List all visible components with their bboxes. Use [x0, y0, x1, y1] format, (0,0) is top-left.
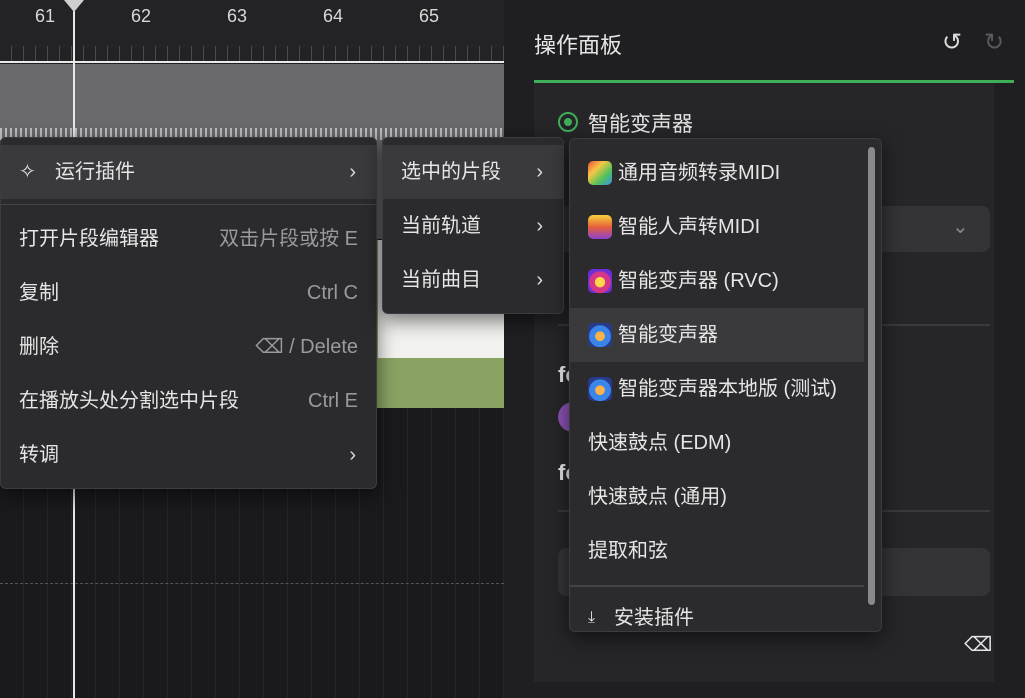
menu-item-local-voice-changer[interactable]: 智能变声器本地版 (测试)	[570, 362, 864, 416]
menu-item-audio-to-midi[interactable]: 通用音频转录MIDI	[570, 146, 864, 200]
ruler-baseline	[0, 61, 504, 63]
redo-icon[interactable]: ↻	[984, 28, 1004, 57]
menu-item-label: 打开片段编辑器	[19, 228, 159, 250]
scope-submenu: 选中的片段 › 当前轨道 › 当前曲目 ›	[382, 137, 564, 314]
playhead-handle[interactable]	[64, 0, 84, 12]
menu-item-label: 复制	[19, 282, 59, 304]
menu-item-copy[interactable]: 复制 Ctrl C	[1, 266, 376, 320]
eraser-icon[interactable]: ⌫	[964, 632, 992, 657]
menu-item-rvc-voice-changer[interactable]: 智能变声器 (RVC)	[570, 254, 864, 308]
menu-item-transpose[interactable]: 转调 ›	[1, 428, 376, 482]
menu-item-shortcut: Ctrl C	[306, 282, 358, 304]
chevron-right-icon: ›	[349, 444, 356, 466]
menu-item-delete[interactable]: 删除 ⌫ / Delete	[1, 320, 376, 374]
menu-item-shortcut: Ctrl E	[308, 390, 358, 412]
menu-item-run-plugin[interactable]: ✧ 运行插件 ›	[1, 145, 376, 199]
chevron-right-icon: ›	[349, 161, 356, 183]
menu-item-label: 通用音频转录MIDI	[618, 162, 781, 184]
selected-plugin-label: 智能变声器	[588, 113, 693, 136]
chevron-right-icon: ›	[536, 269, 543, 291]
menu-item-label: 智能人声转MIDI	[618, 216, 761, 238]
ruler-ticks-mask	[0, 32, 504, 46]
menu-item-split[interactable]: 在播放头处分割选中片段 Ctrl E	[1, 374, 376, 428]
menu-item-quick-beats-edm[interactable]: 快速鼓点 (EDM)	[570, 416, 864, 470]
menu-item-install-plugin[interactable]: ⤓ 安装插件	[570, 591, 864, 631]
menu-item-open-editor[interactable]: 打开片段编辑器 双击片段或按 E	[1, 212, 376, 266]
chevron-right-icon: ›	[536, 161, 543, 183]
menu-item-label: 提取和弦	[588, 540, 668, 562]
download-icon: ⤓	[588, 609, 596, 626]
menu-item-label: 安装插件	[614, 607, 694, 629]
voice-to-midi-icon	[588, 215, 612, 239]
magic-wand-icon: ✧	[19, 161, 36, 183]
menu-item-label: 智能变声器本地版 (测试)	[618, 378, 837, 400]
menu-item-label: 选中的片段	[401, 161, 501, 183]
menu-item-voice-changer[interactable]: 智能变声器	[570, 308, 864, 362]
undo-icon[interactable]: ↺	[942, 28, 962, 57]
menu-item-label: 删除	[19, 336, 59, 358]
menu-separator	[1, 204, 376, 205]
voice-changer-icon	[588, 323, 612, 347]
menu-item-shortcut: ⌫ / Delete	[255, 336, 358, 358]
menu-item-label: 当前曲目	[401, 269, 481, 291]
track-divider	[0, 583, 504, 584]
chevron-right-icon: ›	[536, 215, 543, 237]
menu-item-label: 快速鼓点 (通用)	[588, 486, 727, 508]
menu-item-current-song[interactable]: 当前曲目 ›	[383, 253, 563, 307]
context-menu: ✧ 运行插件 › 打开片段编辑器 双击片段或按 E 复制 Ctrl C 删除 ⌫…	[0, 137, 377, 489]
plugin-submenu: 通用音频转录MIDI 智能人声转MIDI 智能变声器 (RVC) 智能变声器 智…	[569, 138, 882, 632]
menu-item-label: 智能变声器 (RVC)	[618, 270, 779, 292]
menu-item-label: 智能变声器	[618, 324, 718, 346]
menu-item-label: 快速鼓点 (EDM)	[588, 432, 732, 454]
ruler-number: 62	[131, 6, 152, 26]
panel-title: 操作面板	[534, 33, 623, 58]
menu-item-label: 当前轨道	[401, 215, 481, 237]
ruler-number: 63	[227, 6, 248, 26]
ruler-number: 65	[419, 6, 440, 26]
menu-separator	[570, 585, 864, 587]
rvc-voice-changer-icon	[588, 269, 612, 293]
menu-item-quick-beats-general[interactable]: 快速鼓点 (通用)	[570, 470, 864, 524]
menu-item-shortcut: 双击片段或按 E	[219, 228, 358, 250]
chevron-down-icon[interactable]: ⌄	[952, 214, 969, 239]
menu-item-extract-chords[interactable]: 提取和弦	[570, 524, 864, 578]
panel-accent-bar	[534, 80, 1014, 83]
menu-item-label: 在播放头处分割选中片段	[19, 390, 239, 412]
menu-item-selected-clips[interactable]: 选中的片段 ›	[383, 145, 563, 199]
menu-item-voice-to-midi[interactable]: 智能人声转MIDI	[570, 200, 864, 254]
local-voice-changer-icon	[588, 377, 612, 401]
audio-to-midi-icon	[588, 161, 612, 185]
menu-item-label: 转调	[19, 444, 59, 466]
menu-scrollbar[interactable]	[868, 147, 875, 605]
ruler-number: 61	[35, 6, 56, 26]
ruler-number: 64	[323, 6, 344, 26]
menu-item-current-track[interactable]: 当前轨道 ›	[383, 199, 563, 253]
menu-item-label: 运行插件	[55, 161, 135, 183]
plugin-radio[interactable]	[558, 112, 578, 132]
